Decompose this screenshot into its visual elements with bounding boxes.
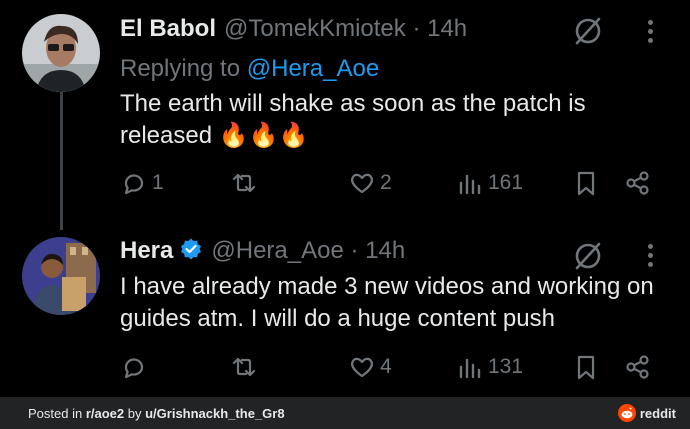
timestamp[interactable]: · 14h xyxy=(412,15,467,42)
views-icon xyxy=(459,358,481,379)
reply-icon xyxy=(124,174,144,195)
retweet-button[interactable] xyxy=(230,351,262,383)
reddit-footer: Posted in r/aoe2 by u/Grishnackh_the_Gr8… xyxy=(0,397,690,429)
bookmark-button[interactable] xyxy=(572,351,600,383)
display-name[interactable]: Hera xyxy=(120,237,173,264)
tweet-actions: 1 2 161 xyxy=(120,167,660,199)
timestamp[interactable]: · 14h xyxy=(350,237,405,264)
handle[interactable]: @TomekKmiotek xyxy=(224,15,406,42)
subreddit-link[interactable]: r/aoe2 xyxy=(86,406,124,421)
reply-count: 1 xyxy=(152,171,164,194)
thread-line xyxy=(60,92,63,230)
tweet-header: El Babol @TomekKmiotek · 14h xyxy=(120,15,467,43)
replying-prefix: Replying to xyxy=(120,55,241,82)
like-button[interactable]: 4 xyxy=(348,351,392,383)
retweet-icon xyxy=(232,357,256,377)
like-button[interactable]: 2 xyxy=(348,167,392,199)
reply-button[interactable]: 1 xyxy=(120,167,164,199)
share-icon xyxy=(626,171,649,195)
views-button[interactable]: 131 xyxy=(456,351,523,383)
avatar-photo xyxy=(22,14,100,92)
verified-badge-icon xyxy=(179,237,203,268)
tweet-header: Hera @Hera_Aoe · 14h xyxy=(120,237,405,268)
like-count: 4 xyxy=(380,355,392,378)
tweet-text: The earth will shake as soon as the patc… xyxy=(120,90,586,149)
avatar[interactable] xyxy=(22,14,100,92)
retweet-icon xyxy=(232,173,256,193)
replying-to-link[interactable]: @Hera_Aoe xyxy=(247,55,379,82)
reply-icon xyxy=(124,358,144,379)
like-count: 2 xyxy=(380,171,392,194)
bookmark-button[interactable] xyxy=(572,167,600,199)
posted-in-prefix: Posted in xyxy=(28,405,86,421)
share-button[interactable] xyxy=(624,351,652,383)
heart-icon xyxy=(351,173,373,194)
by-prefix: by xyxy=(124,405,146,421)
user-link[interactable]: u/Grishnackh_the_Gr8 xyxy=(145,406,284,421)
share-icon xyxy=(626,355,649,379)
tweet-el-babol[interactable]: El Babol @TomekKmiotek · 14h Replying to … xyxy=(0,0,690,230)
avatar-photo xyxy=(22,237,100,315)
heart-icon xyxy=(351,357,373,378)
retweet-button[interactable] xyxy=(230,167,262,199)
reply-button[interactable] xyxy=(120,351,152,383)
views-count: 131 xyxy=(488,355,524,378)
tweet-hera[interactable]: Hera @Hera_Aoe · 14h I have already made … xyxy=(0,225,690,397)
reddit-wordmark: reddit xyxy=(639,405,676,421)
post-attribution: Posted in r/aoe2 by u/Grishnackh_the_Gr8 xyxy=(28,406,285,421)
bookmark-icon xyxy=(577,171,595,196)
tweet-text: I have already made 3 new videos and wor… xyxy=(120,273,654,332)
grok-icon[interactable] xyxy=(572,14,604,46)
grok-icon[interactable] xyxy=(572,239,604,271)
more-options-icon[interactable] xyxy=(644,18,656,44)
views-icon xyxy=(459,174,481,195)
share-button[interactable] xyxy=(624,167,652,199)
tweet-actions: 4 131 xyxy=(120,351,660,383)
replying-to: Replying to @Hera_Aoe xyxy=(120,55,379,83)
display-name[interactable]: El Babol xyxy=(120,15,216,42)
handle[interactable]: @Hera_Aoe xyxy=(211,237,343,264)
reddit-logo[interactable]: reddit xyxy=(617,404,676,422)
bookmark-icon xyxy=(577,355,595,380)
reddit-snoo-icon xyxy=(617,404,636,422)
avatar[interactable] xyxy=(22,237,100,315)
views-count: 161 xyxy=(488,171,524,194)
more-options-icon[interactable] xyxy=(644,242,656,268)
views-button[interactable]: 161 xyxy=(456,167,523,199)
